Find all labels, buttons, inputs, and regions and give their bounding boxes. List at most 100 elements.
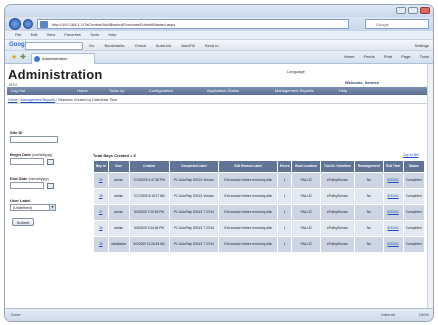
column-header[interactable]: Exit Time <box>382 160 404 173</box>
exit-time-link[interactable]: 8/3/3/11 <box>388 226 399 230</box>
nav-management-reports[interactable]: Management Reports <box>275 87 313 95</box>
search-input[interactable]: Google <box>365 19 429 29</box>
nav-help[interactable]: Help <box>339 87 347 95</box>
nav-tools-up[interactable]: Tools Up <box>109 87 125 95</box>
maximize-button[interactable] <box>408 7 418 14</box>
begin-date-input[interactable] <box>10 158 44 165</box>
toolbar-send-button[interactable]: Send to <box>205 43 219 48</box>
favorites-star-icon[interactable]: ★ <box>11 54 17 61</box>
add-favorites-icon[interactable]: ✚ <box>20 54 26 61</box>
menu-file[interactable]: File <box>15 32 21 37</box>
status-text: Done <box>11 312 21 317</box>
total-count: Total Bays Created = 5 <box>93 153 136 158</box>
breadcrumb-home[interactable]: Home <box>8 98 18 102</box>
user-label-select[interactable]: (Undefined) ▼ <box>10 204 56 211</box>
nav-configuration[interactable]: Configuration <box>149 87 173 95</box>
address-bar[interactable]: http://192.168.1.1/TaCentral/AddBlastedP… <box>37 19 349 29</box>
table-cell: Exit session before removing disk <box>218 172 278 189</box>
top-link[interactable]: Top to Bill <box>403 153 419 157</box>
toolbar-autolink-button[interactable]: AutoLink <box>156 43 172 48</box>
column-header[interactable]: Created <box>128 160 170 173</box>
command-print[interactable]: Print <box>384 54 392 59</box>
command-home[interactable]: Home <box>344 54 355 59</box>
table-cell: Completed <box>402 204 426 221</box>
table-row: 47 admin 6/9/2009 7:20:54 PM PC AutoPlay 20… <box>93 204 426 221</box>
table-cell: 1 <box>276 236 293 253</box>
column-header[interactable]: Errors <box>276 160 293 173</box>
site-id-input[interactable] <box>10 136 58 143</box>
toolbar-search-input[interactable] <box>25 42 83 50</box>
table-row: 49 admin 7/23/2009 3:47:55 PM PC AutoPlay 2… <box>93 172 426 189</box>
toolbar-bookmarks-button[interactable]: Bookmarks <box>104 43 124 48</box>
tab-title: Administration <box>42 56 68 61</box>
toolbar-autofill-button[interactable]: AutoFill <box>181 43 194 48</box>
chevron-down-icon: ▼ <box>49 205 55 210</box>
end-date-input[interactable] <box>10 182 44 189</box>
minimize-button[interactable] <box>396 7 406 14</box>
language-label[interactable]: Language <box>287 69 305 74</box>
menu-bar: File Edit View Favorites Tools Help <box>5 31 433 39</box>
exit-time-link[interactable]: 8/3/3/11 <box>388 242 399 246</box>
nav-application-status[interactable]: Application Status <box>207 87 239 95</box>
tab-administration[interactable]: Administration <box>31 53 95 64</box>
table-cell: PC AutoPlay 2003/1 Version <box>168 172 220 189</box>
table-cell: ePolicyService <box>319 172 356 189</box>
toolbar-go-button[interactable]: Go <box>89 43 94 48</box>
begin-date-label: Begin Date (mm/dd/yyyy) <box>10 152 53 157</box>
nav-logout[interactable]: Log Out <box>11 87 25 95</box>
breadcrumb-reports[interactable]: Management Reports <box>21 98 56 102</box>
command-feeds[interactable]: Feeds <box>364 54 375 59</box>
menu-help[interactable]: Help <box>108 32 116 37</box>
nav-home[interactable]: Home <box>77 87 88 95</box>
menu-favorites[interactable]: Favorites <box>64 32 80 37</box>
menu-tools[interactable]: Tools <box>90 32 99 37</box>
bay-id-link[interactable]: 48 <box>99 194 103 198</box>
column-header[interactable]: User <box>107 160 130 173</box>
table-cell: 7/23/2009 3:47:55 PM <box>128 172 170 189</box>
security-zone: Internet <box>381 312 395 317</box>
ie-icon <box>34 56 40 62</box>
breadcrumb-current: / Sessions Created by Date/Date Time <box>56 98 118 102</box>
column-header[interactable]: Reassignment <box>354 160 384 173</box>
bay-id-link[interactable]: 45 <box>99 242 103 246</box>
vertical-scrollbar[interactable] <box>427 64 433 310</box>
bay-id-link[interactable]: 47 <box>99 210 103 214</box>
column-header[interactable]: Bay Id <box>93 160 109 173</box>
table-cell: 6/8/2009 2:44:46 PM <box>128 220 170 237</box>
forward-button[interactable] <box>23 19 33 29</box>
table-cell: No <box>354 220 384 237</box>
toolbar-settings-button[interactable]: Settings <box>415 40 429 51</box>
menu-edit[interactable]: Edit <box>31 32 38 37</box>
close-button[interactable] <box>420 7 430 14</box>
submit-button[interactable]: Submit <box>12 218 34 226</box>
table-cell: PC AutoPlay 2003/1 7.20.54 <box>168 220 220 237</box>
exit-time-link[interactable]: 8/3/3/11 <box>388 210 399 214</box>
command-tools[interactable]: Tools <box>420 54 429 59</box>
exit-time-link[interactable]: 8/3/3/11 <box>388 194 399 198</box>
table-cell: FAILUS <box>291 172 321 189</box>
bay-id-link[interactable]: 49 <box>99 178 103 182</box>
menu-view[interactable]: View <box>47 32 56 37</box>
bay-id-link[interactable]: 46 <box>99 226 103 230</box>
breadcrumb: Home / Management Reports / Sessions Cre… <box>8 98 118 102</box>
column-header[interactable]: Status <box>402 160 426 173</box>
calendar-icon[interactable] <box>47 159 54 165</box>
column-header[interactable]: Tool ID / Interface <box>319 160 356 173</box>
calendar-icon[interactable] <box>47 183 54 189</box>
site-id-label: Site ID <box>10 130 23 135</box>
column-header[interactable]: Exit Reason Label <box>218 160 278 173</box>
command-page[interactable]: Page <box>401 54 410 59</box>
table-cell: Completed <box>402 188 426 205</box>
page-icon <box>40 21 48 28</box>
table-cell: FAILUS <box>291 220 321 237</box>
zoom-level[interactable]: 100% <box>419 309 429 321</box>
table-cell: 5/9/2009 10:26:48 AM <box>128 236 170 253</box>
toolbar-check-button[interactable]: Check <box>135 43 146 48</box>
column-header[interactable]: Completed Label <box>168 160 220 173</box>
table-cell: 1 <box>276 204 293 221</box>
exit-time-link[interactable]: 8/3/3/11 <box>388 178 399 182</box>
table-cell: 1 <box>276 188 293 205</box>
back-button[interactable] <box>9 18 21 30</box>
column-header[interactable]: Boot Location <box>291 160 321 173</box>
table-cell: PC AutoPlay 2003/1 7.20.54 <box>168 236 220 253</box>
